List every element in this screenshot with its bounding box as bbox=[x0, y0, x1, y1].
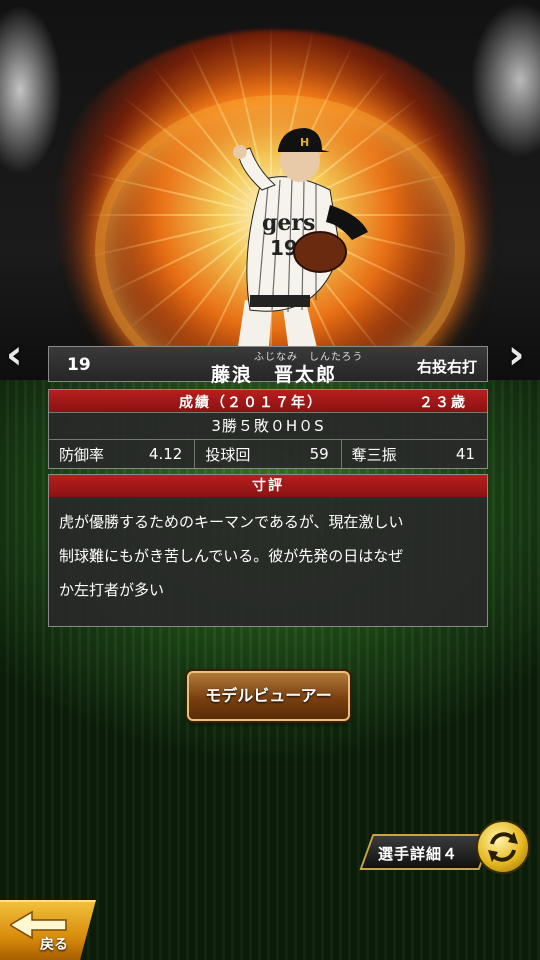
record-title: 成績（２０１７年） bbox=[179, 395, 323, 411]
record-summary: 3勝５敗０H０S bbox=[49, 412, 487, 439]
player-age: ２３歳 bbox=[419, 395, 467, 411]
stat-era: 防御率 4.12 bbox=[49, 440, 194, 468]
svg-text:gers: gers bbox=[262, 210, 315, 236]
stat-value: 4.12 bbox=[148, 445, 183, 463]
comment-line: か左打者が多い bbox=[59, 581, 165, 599]
back-label: 戻る bbox=[40, 937, 68, 953]
stat-strikeouts: 奪三振 41 bbox=[340, 440, 487, 468]
comment-header: 寸評 bbox=[49, 475, 487, 497]
player-name: 藤浪 晋太郎 bbox=[211, 364, 338, 386]
stat-value: 59 bbox=[309, 445, 329, 463]
record-panel: 成績（２０１７年） ２３歳 3勝５敗０H０S 防御率 4.12 投球回 59 奪… bbox=[48, 389, 488, 469]
comment-line: 制球難にもがき苦しんでいる。彼が先発の日はなぜ bbox=[59, 547, 404, 565]
chevron-left-icon[interactable]: ‹ bbox=[6, 332, 22, 378]
stat-label: 奪三振 bbox=[351, 445, 397, 464]
player-name-bar: 19 ふじなみ しんたろう 藤浪 晋太郎 右投右打 bbox=[48, 346, 488, 386]
stat-row: 防御率 4.12 投球回 59 奪三振 41 bbox=[49, 439, 487, 468]
stat-label: 投球回 bbox=[205, 445, 251, 464]
comment-panel: 寸評 虎が優勝するためのキーマンであるが、現在激しい 制球難にもがき苦しんでいる… bbox=[48, 474, 488, 627]
comment-line: 虎が優勝するためのキーマンであるが、現在激しい bbox=[59, 513, 404, 531]
uniform-number: 19 bbox=[67, 355, 91, 375]
stat-label: 防御率 bbox=[59, 445, 105, 464]
stat-innings: 投球回 59 bbox=[194, 440, 340, 468]
player-profile-screen: gers 19 H ‹ › 19 ふじなみ しんたろう 藤浪 晋太郎 右投右打 … bbox=[0, 0, 540, 960]
throws-bats: 右投右打 bbox=[416, 358, 477, 376]
model-viewer-button[interactable]: モデルビューアー bbox=[187, 671, 350, 721]
refresh-icon[interactable] bbox=[476, 820, 530, 874]
chevron-right-icon[interactable]: › bbox=[508, 332, 524, 378]
comment-text: 虎が優勝するためのキーマンであるが、現在激しい 制球難にもがき苦しんでいる。彼が… bbox=[49, 497, 487, 607]
player-detail-label: 選手詳細４ bbox=[378, 845, 459, 863]
record-header: 成績（２０１７年） ２３歳 bbox=[49, 390, 487, 412]
svg-text:H: H bbox=[300, 136, 309, 149]
player-image: gers 19 H bbox=[233, 128, 368, 360]
stat-value: 41 bbox=[455, 445, 475, 463]
